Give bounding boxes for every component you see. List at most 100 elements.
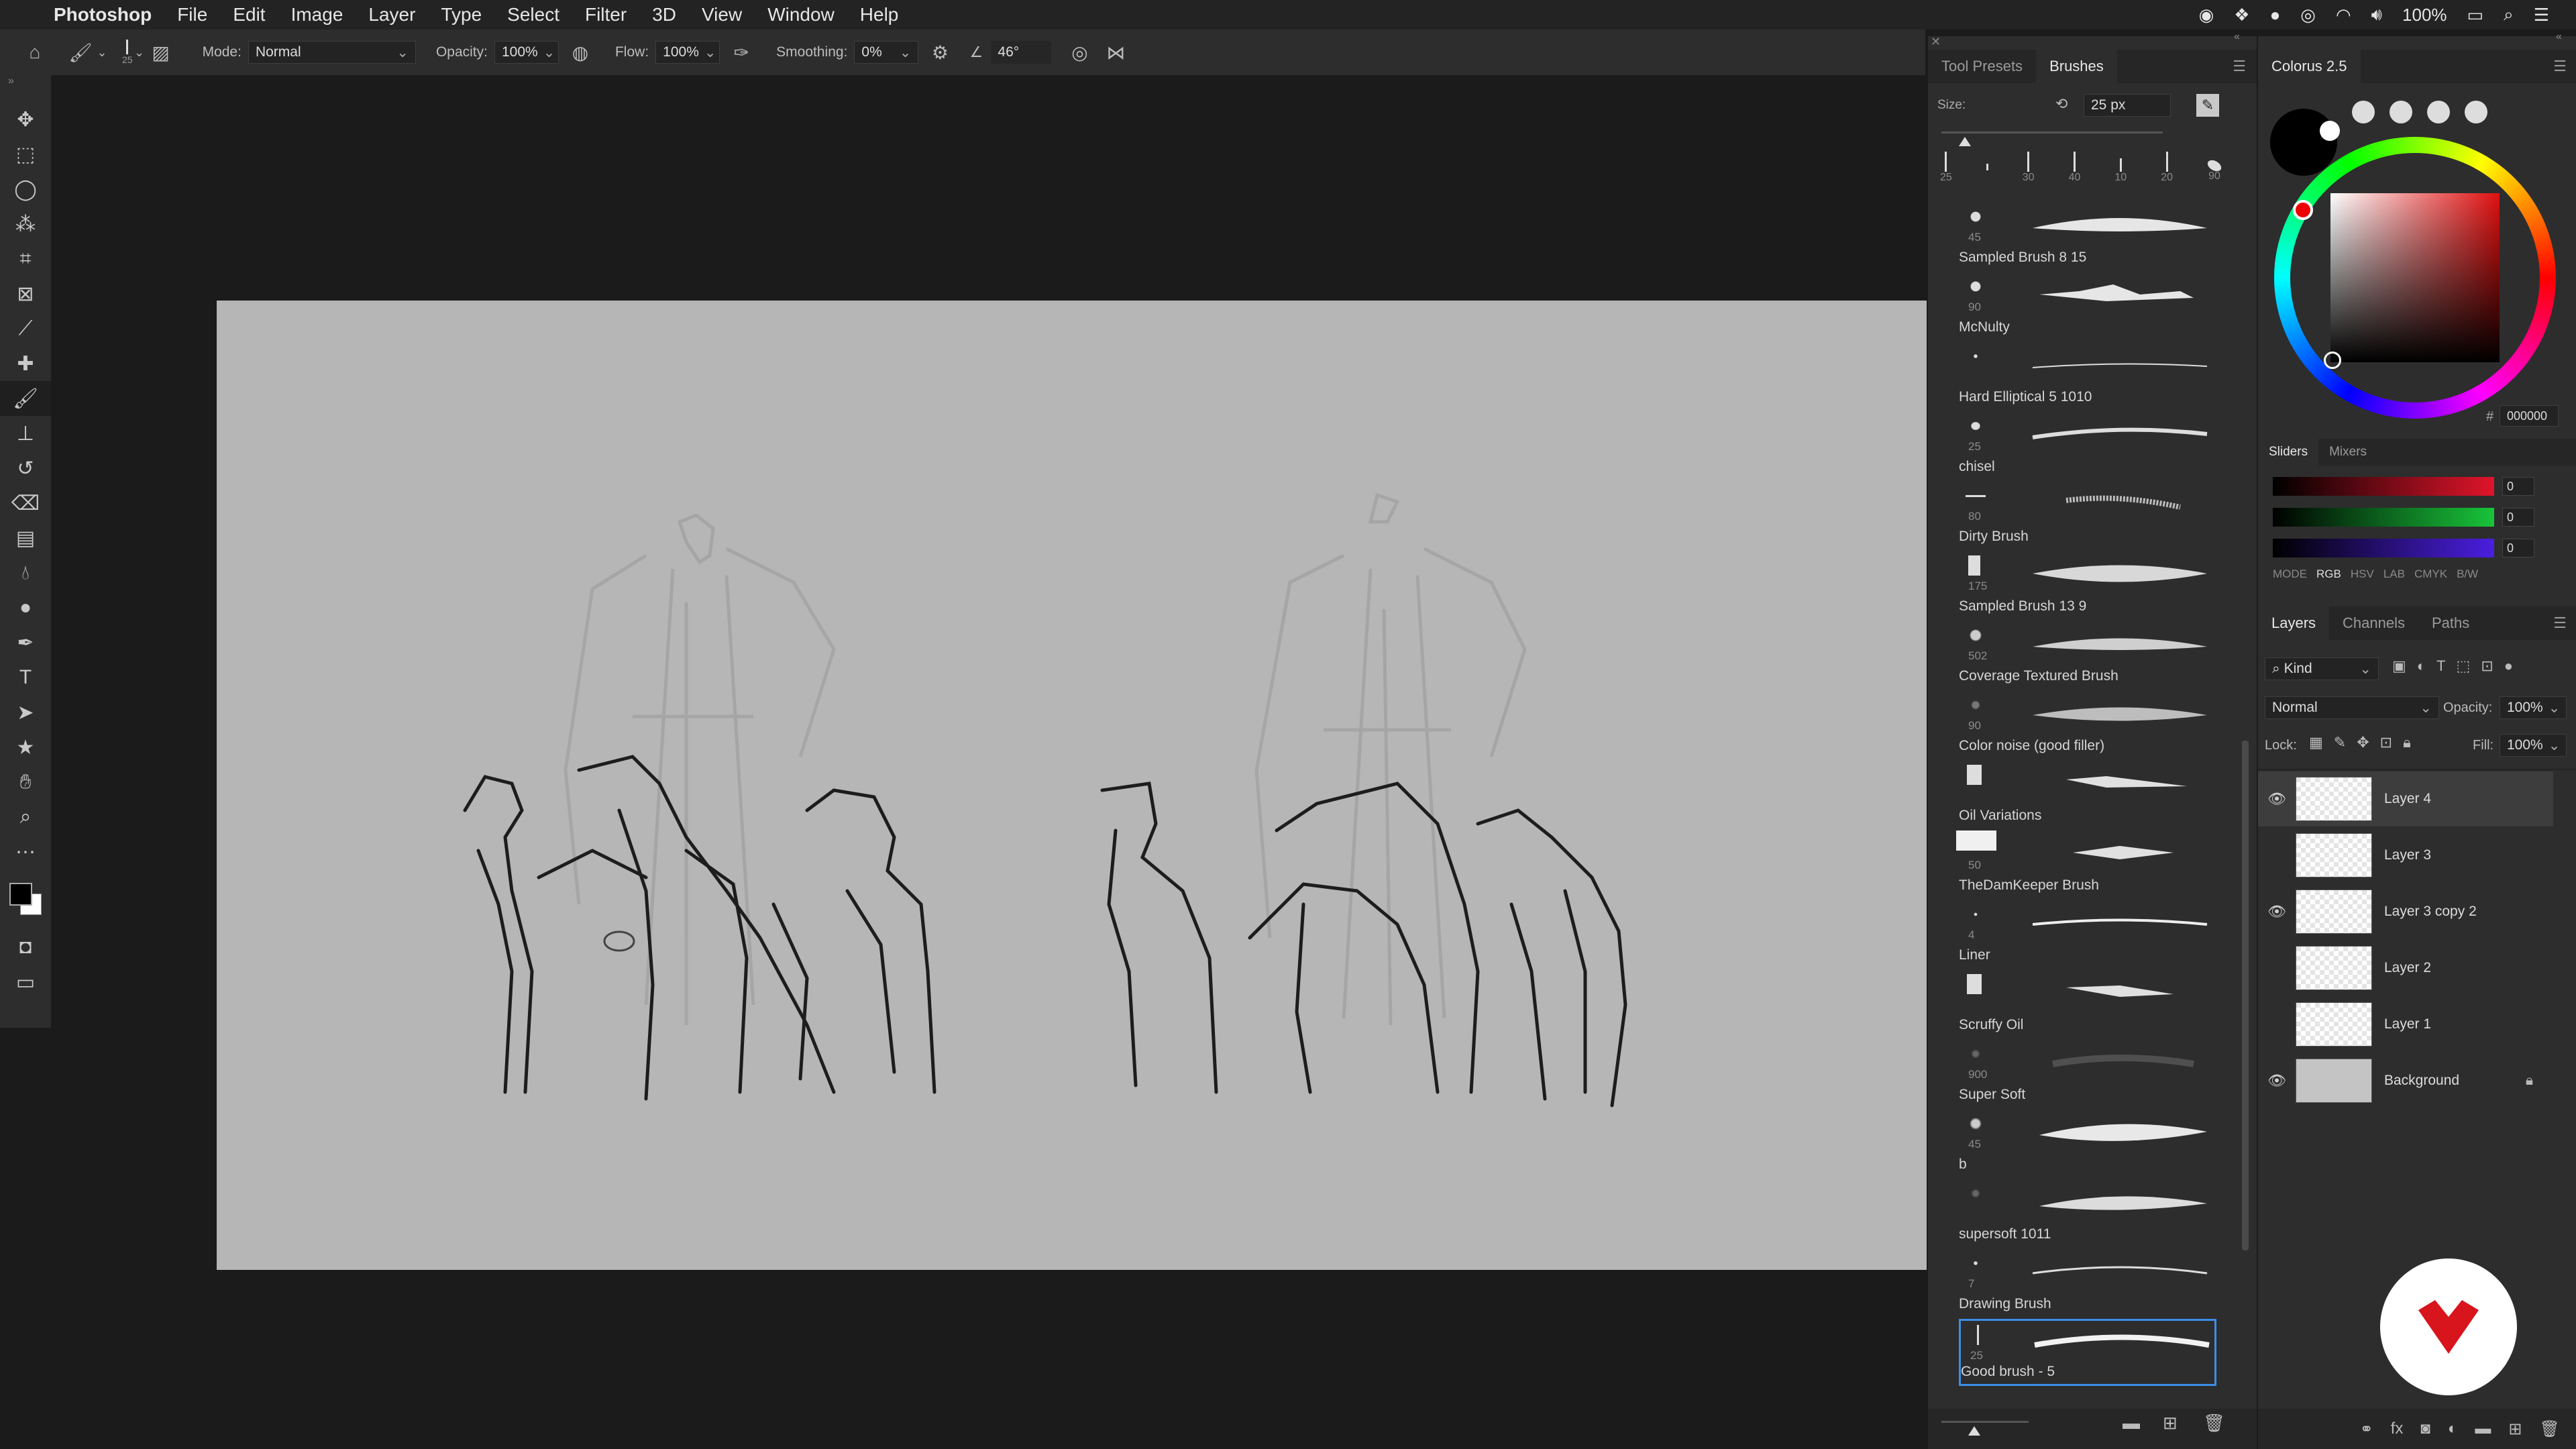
visibility-eye-icon[interactable]: 👁︎ bbox=[2258, 903, 2296, 920]
quick-mask-icon[interactable]: ◘ bbox=[0, 930, 51, 965]
lock-all-icon[interactable]: 🔒︎ bbox=[2403, 734, 2411, 751]
preset-size-item[interactable]: 90 bbox=[2205, 152, 2224, 193]
red-value-input[interactable]: 0 bbox=[2502, 477, 2534, 496]
move-tool-icon[interactable]: ✥ bbox=[0, 102, 51, 137]
menu-edit[interactable]: Edit bbox=[233, 4, 265, 25]
secondary-color-swatch[interactable] bbox=[2320, 121, 2340, 141]
status-icon[interactable]: ● bbox=[2270, 5, 2281, 25]
tab-paths[interactable]: Paths bbox=[2418, 606, 2483, 640]
blue-slider[interactable] bbox=[2273, 539, 2494, 557]
clone-stamp-tool-icon[interactable]: ⊥ bbox=[0, 416, 51, 451]
mode-rgb[interactable]: RGB bbox=[2316, 568, 2341, 581]
brush-item-selected[interactable]: 25 Good brush - 5 bbox=[1959, 1319, 2216, 1386]
layer-row[interactable]: Layer 1 bbox=[2258, 997, 2553, 1052]
new-group-folder-icon[interactable]: ▬ bbox=[2475, 1419, 2491, 1438]
zoom-tool-icon[interactable]: ⌕ bbox=[0, 800, 51, 835]
brush-item[interactable]: 45 b bbox=[1959, 1110, 2216, 1177]
lock-image-pixels-icon[interactable]: ✎ bbox=[2334, 734, 2346, 751]
lock-artboard-icon[interactable]: ⊡ bbox=[2380, 734, 2392, 751]
layer-opacity-input[interactable]: 100% bbox=[2500, 696, 2567, 719]
chevron-down-icon[interactable]: ⌄ bbox=[133, 38, 146, 67]
brush-settings-toggle-icon[interactable]: ▨ bbox=[146, 38, 176, 67]
brush-item[interactable]: supersoft 1011 bbox=[1959, 1179, 2216, 1246]
sync-icon[interactable]: ◎ bbox=[2300, 5, 2316, 25]
smoothing-settings-gear-icon[interactable]: ⚙ bbox=[925, 38, 955, 67]
chevron-down-icon[interactable]: ⌄ bbox=[95, 38, 109, 67]
saturation-value-square[interactable] bbox=[2330, 193, 2500, 362]
menu-layer[interactable]: Layer bbox=[368, 4, 415, 25]
marquee-tool-icon[interactable]: ⬚ bbox=[0, 137, 51, 172]
brush-item[interactable]: 502 Coverage Textured Brush bbox=[1959, 621, 2216, 688]
brush-preset-icon[interactable] bbox=[2352, 101, 2375, 123]
layer-row[interactable]: Layer 2 bbox=[2258, 941, 2553, 996]
green-slider[interactable] bbox=[2273, 508, 2494, 527]
brush-item[interactable]: 900 Super Soft bbox=[1959, 1040, 2216, 1107]
airbrush-icon[interactable]: ✑ bbox=[727, 38, 756, 67]
visibility-eye-icon[interactable]: 👁︎ bbox=[2258, 790, 2296, 808]
hex-input[interactable]: 000000 bbox=[2500, 405, 2559, 427]
panel-menu-icon[interactable]: ☰ bbox=[2553, 58, 2567, 75]
menu-3d[interactable]: 3D bbox=[652, 4, 676, 25]
brush-item[interactable]: 90 Color noise (good filler) bbox=[1959, 691, 2216, 758]
pressure-opacity-icon[interactable]: ◍ bbox=[566, 38, 595, 67]
new-layer-icon[interactable]: ⊞ bbox=[2508, 1419, 2522, 1439]
toolbox-collapse-icon[interactable]: » bbox=[0, 75, 51, 102]
menu-select[interactable]: Select bbox=[507, 4, 559, 25]
menu-view[interactable]: View bbox=[702, 4, 742, 25]
brush-item[interactable]: 80 Dirty Brush bbox=[1959, 482, 2216, 549]
menu-type[interactable]: Type bbox=[441, 4, 482, 25]
layer-row[interactable]: Layer 3 bbox=[2258, 828, 2553, 883]
symmetry-butterfly-icon[interactable]: ⋈ bbox=[1101, 38, 1130, 67]
panel-close-icon[interactable]: ✕ bbox=[1931, 35, 1941, 49]
volume-icon[interactable]: 🔊︎ bbox=[2371, 4, 2382, 25]
preset-size-item[interactable]: 40 bbox=[2069, 152, 2080, 193]
mode-hsv[interactable]: HSV bbox=[2351, 568, 2374, 581]
panel-menu-icon[interactable]: ☰ bbox=[2233, 58, 2246, 75]
mode-select[interactable]: Normal bbox=[248, 41, 416, 64]
preset-size-item[interactable]: 20 bbox=[2161, 152, 2173, 193]
brush-size-input[interactable]: 25 px bbox=[2084, 94, 2171, 117]
brush-item[interactable]: Oil Variations bbox=[1959, 761, 2216, 828]
filter-toggle-icon[interactable]: ● bbox=[2504, 657, 2513, 675]
pressure-size-icon[interactable]: ◎ bbox=[1065, 38, 1094, 67]
brush-preset-icon[interactable] bbox=[2427, 101, 2450, 123]
path-selection-tool-icon[interactable]: ➤ bbox=[0, 695, 51, 730]
battery-icon[interactable]: ▭ bbox=[2467, 5, 2484, 25]
magic-wand-tool-icon[interactable]: ⁂ bbox=[0, 207, 51, 241]
thumbnail-size-slider[interactable] bbox=[1941, 1421, 2029, 1423]
creative-cloud-icon[interactable]: ◉ bbox=[2199, 5, 2214, 25]
brush-item[interactable]: 50 TheDamKeeper Brush bbox=[1956, 830, 2216, 898]
link-layers-icon[interactable]: ⚭ bbox=[2360, 1419, 2373, 1439]
brush-tool-preset-icon[interactable]: 🖌︎ bbox=[66, 38, 95, 67]
layer-row[interactable]: 👁︎ Background 🔒︎ bbox=[2258, 1053, 2553, 1108]
brush-size-picker[interactable]: 25 bbox=[122, 40, 133, 65]
shape-layer-filter-icon[interactable]: ⬚ bbox=[2457, 657, 2471, 675]
menu-window[interactable]: Window bbox=[767, 4, 835, 25]
crop-tool-icon[interactable]: ⌗ bbox=[0, 241, 51, 276]
tab-tool-presets[interactable]: Tool Presets bbox=[1928, 50, 2036, 83]
menu-image[interactable]: Image bbox=[291, 4, 343, 25]
layer-row[interactable]: 👁︎ Layer 4 bbox=[2258, 771, 2553, 826]
brush-angle-input[interactable]: 46° bbox=[991, 41, 1052, 64]
home-icon[interactable]: ⌂ bbox=[20, 38, 50, 67]
brush-tool-icon[interactable]: 🖌︎ bbox=[0, 381, 51, 416]
mode-bw[interactable]: B/W bbox=[2457, 568, 2478, 581]
brush-item[interactable]: Scruffy Oil bbox=[1959, 970, 2216, 1037]
brush-item[interactable]: 45 Sampled Brush 8 15 bbox=[1959, 203, 2216, 270]
eyedropper-tool-icon[interactable]: ⟋ bbox=[0, 311, 51, 346]
collapse-panels-icon[interactable]: « bbox=[2556, 31, 2562, 43]
notification-center-icon[interactable]: ☰ bbox=[2534, 5, 2549, 25]
lock-transparent-pixels-icon[interactable]: ▦ bbox=[2309, 734, 2323, 751]
gradient-tool-icon[interactable]: ▤ bbox=[0, 521, 51, 555]
reset-size-icon[interactable]: ⟲ bbox=[2055, 95, 2068, 113]
preset-size-item[interactable]: 25 bbox=[1940, 152, 1952, 193]
hue-picker-handle[interactable] bbox=[2293, 200, 2313, 220]
color-picker-handle[interactable] bbox=[2324, 352, 2341, 369]
green-value-input[interactable]: 0 bbox=[2502, 508, 2534, 527]
mode-cmyk[interactable]: CMYK bbox=[2414, 568, 2447, 581]
mode-lab[interactable]: LAB bbox=[2383, 568, 2405, 581]
current-color-swatch[interactable] bbox=[2270, 109, 2337, 176]
tab-channels[interactable]: Channels bbox=[2329, 606, 2418, 640]
more-tools-icon[interactable]: ⋯ bbox=[0, 835, 51, 869]
adjustment-layer-icon[interactable]: ◐ bbox=[2448, 1419, 2458, 1438]
